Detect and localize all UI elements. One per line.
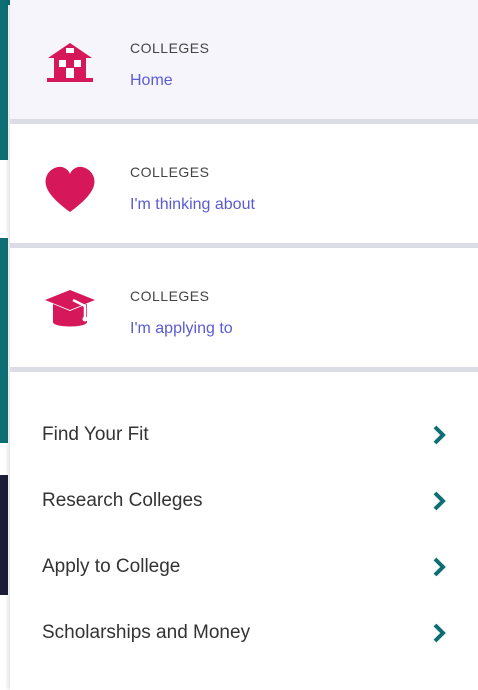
chevron-right-icon [432, 557, 446, 577]
nav-item-label: Apply to College [42, 556, 181, 577]
chevron-right-icon [432, 425, 446, 445]
colleges-home-card[interactable]: COLLEGES Home [10, 0, 478, 124]
colleges-applying-to-card[interactable]: COLLEGES I'm applying to [10, 248, 478, 372]
graduation-cap-icon [10, 288, 130, 332]
card-eyebrow: COLLEGES [130, 40, 210, 56]
heart-icon [10, 164, 130, 214]
colleges-thinking-about-link[interactable]: I'm thinking about [130, 196, 255, 214]
nav-item-apply-to-college[interactable]: Apply to College [10, 534, 478, 600]
nav-item-scholarships-and-money[interactable]: Scholarships and Money [10, 600, 478, 666]
nav-item-research-colleges[interactable]: Research Colleges [10, 468, 478, 534]
card-eyebrow: COLLEGES [130, 288, 210, 304]
background-teal-strip [0, 0, 8, 160]
nav-item-label: Find Your Fit [42, 424, 149, 445]
colleges-nav-list: Find Your Fit Research Colleges Apply to… [10, 372, 478, 666]
background-dark-strip [0, 475, 8, 595]
card-eyebrow: COLLEGES [130, 164, 210, 180]
chevron-right-icon [432, 491, 446, 511]
colleges-home-link[interactable]: Home [130, 72, 209, 90]
nav-item-find-your-fit[interactable]: Find Your Fit [10, 402, 478, 468]
background-teal-strip [0, 238, 8, 443]
nav-item-label: Scholarships and Money [42, 622, 251, 643]
chevron-right-icon [432, 623, 446, 643]
colleges-applying-to-link[interactable]: I'm applying to [130, 320, 233, 338]
colleges-thinking-about-card[interactable]: COLLEGES I'm thinking about [10, 124, 478, 248]
house-icon [10, 40, 130, 84]
colleges-dropdown-menu: COLLEGES Home COLLEGES I'm thinking abou… [10, 0, 478, 690]
nav-item-label: Research Colleges [42, 490, 203, 511]
